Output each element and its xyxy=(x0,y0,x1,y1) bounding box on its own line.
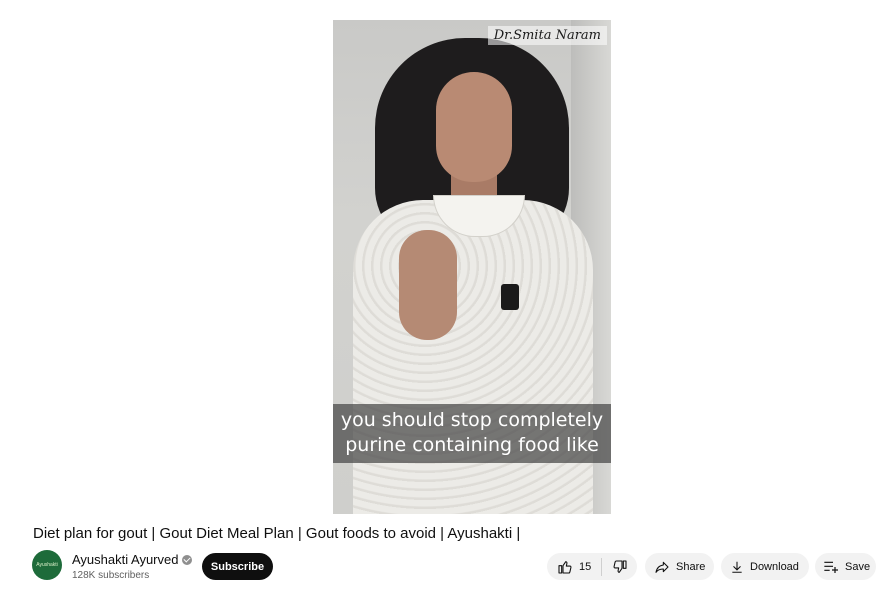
video-frame-microphone xyxy=(501,284,519,310)
like-count: 15 xyxy=(579,560,592,573)
download-icon xyxy=(730,560,744,574)
caption-line-1: you should stop completely xyxy=(340,409,604,431)
download-button[interactable]: Download xyxy=(721,553,809,580)
share-label: Share xyxy=(676,560,706,573)
video-frame-hand xyxy=(399,230,457,340)
subscribe-button[interactable]: Subscribe xyxy=(202,553,273,580)
video-player[interactable]: Dr.Smita Naram you should stop completel… xyxy=(333,20,611,514)
playlist-add-icon xyxy=(823,560,839,574)
caption-line-2: purine containing food like xyxy=(345,434,599,456)
verified-badge-icon xyxy=(182,555,193,565)
channel-avatar[interactable]: Ayushakti xyxy=(32,550,62,580)
thumbs-down-icon xyxy=(612,559,628,575)
video-frame-person-dress xyxy=(353,200,593,514)
video-title: Diet plan for gout | Gout Diet Meal Plan… xyxy=(33,525,521,542)
save-label: Save xyxy=(845,560,871,573)
like-button[interactable]: 15 xyxy=(547,553,601,580)
thumbs-up-icon xyxy=(557,559,573,575)
share-arrow-icon xyxy=(654,559,670,575)
avatar-logo-text: Ayushakti xyxy=(36,562,58,568)
video-frame-person-face xyxy=(436,72,512,182)
dislike-button[interactable] xyxy=(602,553,637,580)
channel-name: Ayushakti Ayurved xyxy=(72,552,179,567)
subscriber-count: 128K subscribers xyxy=(72,570,150,581)
download-label: Download xyxy=(750,560,799,573)
video-captions: you should stop completely purine contai… xyxy=(333,404,611,463)
share-button[interactable]: Share xyxy=(645,553,714,580)
like-dislike-group: 15 xyxy=(547,553,637,580)
channel-name-link[interactable]: Ayushakti Ayurved xyxy=(72,552,193,567)
video-watermark: Dr.Smita Naram xyxy=(487,26,607,45)
save-button[interactable]: Save xyxy=(815,553,876,580)
